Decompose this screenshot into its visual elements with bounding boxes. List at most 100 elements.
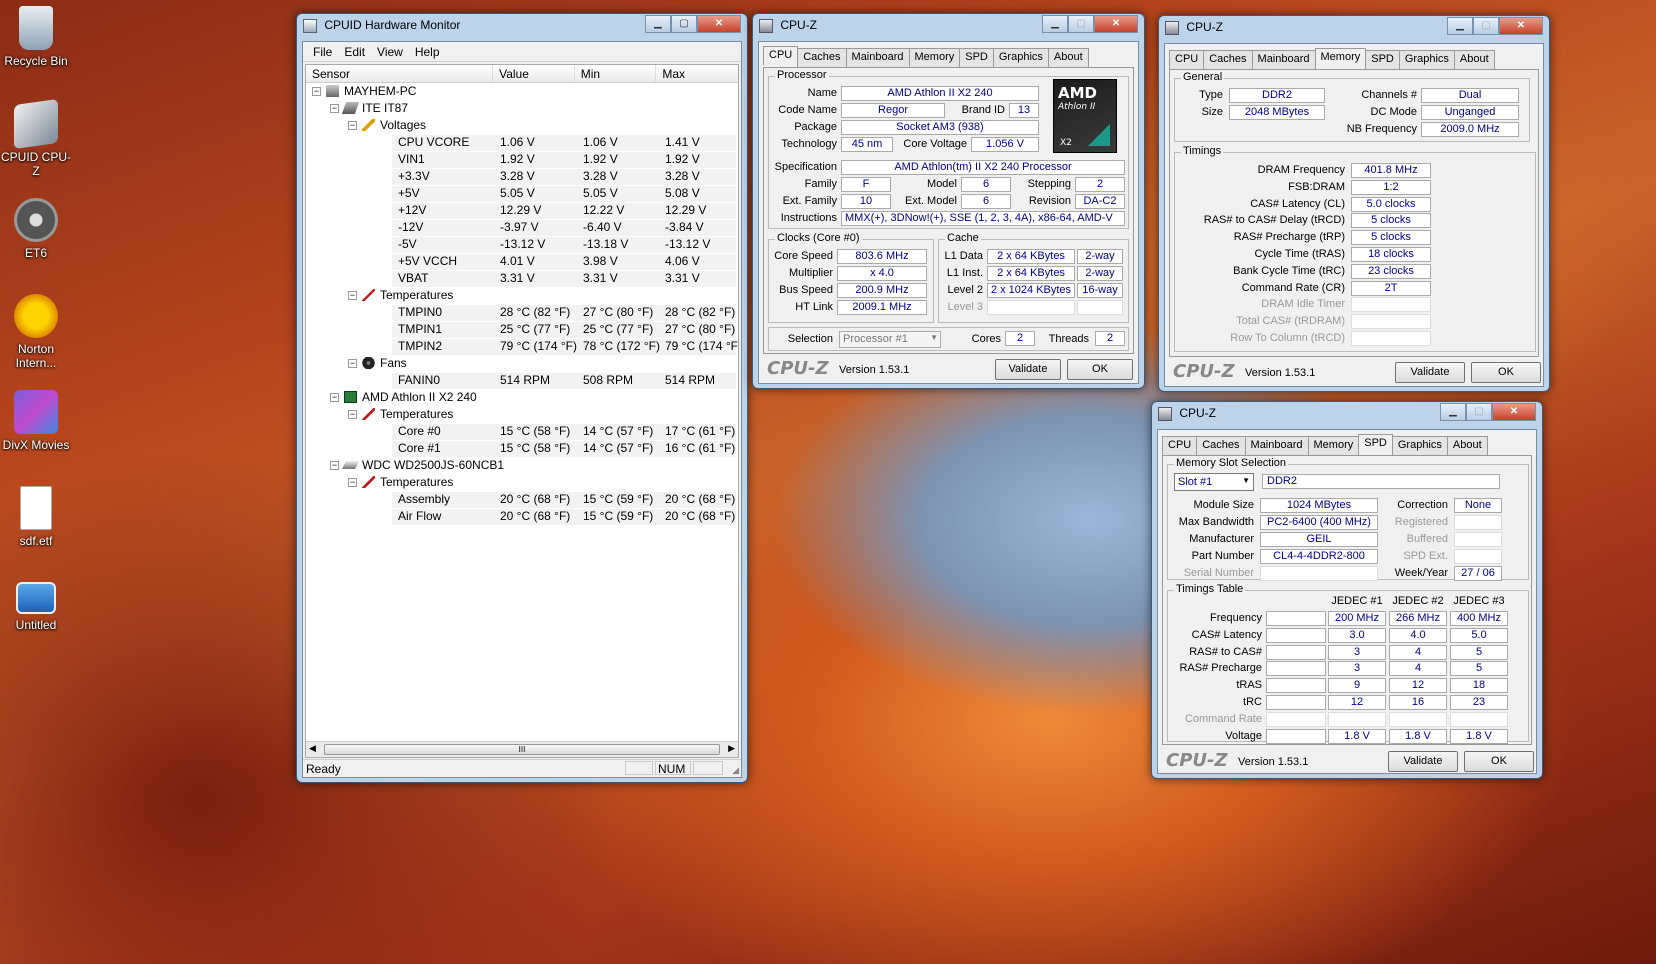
menu-item-help[interactable]: Help <box>409 42 446 61</box>
tree-node[interactable]: − Voltages <box>306 117 738 134</box>
validate-button[interactable]: Validate <box>1395 362 1465 383</box>
column-header-max[interactable]: Max <box>656 65 738 82</box>
minimize-button[interactable]: ▁ <box>1440 403 1466 421</box>
sensor-min: 14 °C (57 °F) <box>583 441 654 455</box>
desktop-icon[interactable]: Recycle Bin <box>0 6 72 68</box>
tab-graphics[interactable]: Graphics <box>992 48 1049 67</box>
max-bandwidth-label: Max Bandwidth <box>1178 516 1254 528</box>
minimize-button[interactable]: ▁ <box>1042 15 1068 33</box>
tab-spd[interactable]: SPD <box>1358 434 1393 453</box>
tab-cpu[interactable]: CPU <box>1169 50 1205 69</box>
tab-spd[interactable]: SPD <box>959 48 994 67</box>
tree-node[interactable]: − ITE IT87 <box>306 100 738 117</box>
close-button[interactable]: ✕ <box>1499 17 1543 35</box>
cpuz-spd-titlebar[interactable]: CPU-Z ▁ ▢ ✕ <box>1152 402 1542 426</box>
sensor-row[interactable]: VIN1 1.92 V 1.92 V 1.92 V <box>306 151 738 168</box>
tab-mainboard[interactable]: Mainboard <box>1251 50 1316 69</box>
ok-button[interactable]: OK <box>1464 751 1534 772</box>
desktop-icon[interactable]: CPUID CPU-Z <box>0 98 72 178</box>
maximize-button[interactable]: ▢ <box>671 15 697 33</box>
sensor-row[interactable]: +5V VCCH 4.01 V 3.98 V 4.06 V <box>306 253 738 270</box>
sensor-row[interactable]: +5V 5.05 V 5.05 V 5.08 V <box>306 185 738 202</box>
desktop-icon[interactable]: DivX Movies <box>0 390 72 452</box>
close-button[interactable]: ✕ <box>1492 403 1536 421</box>
tree-node[interactable]: − Temperatures <box>306 474 738 491</box>
sensor-row[interactable]: TMPIN1 25 °C (77 °F) 25 °C (77 °F) 27 °C (8… <box>306 321 738 338</box>
sensor-row[interactable]: TMPIN0 28 °C (82 °F) 27 °C (80 °F) 28 °C (8… <box>306 304 738 321</box>
tree-node[interactable]: − MAYHEM-PC <box>306 83 738 100</box>
tab-memory[interactable]: Memory <box>1307 436 1360 455</box>
menu-item-edit[interactable]: Edit <box>338 42 371 61</box>
sensor-tree-table[interactable]: Sensor Value Min Max − MAYHEM-PC − ITE IT87… <box>305 64 739 758</box>
sensor-row[interactable]: CPU VCORE 1.06 V 1.06 V 1.41 V <box>306 134 738 151</box>
sensor-row[interactable]: +3.3V 3.28 V 3.28 V 3.28 V <box>306 168 738 185</box>
close-button[interactable]: ✕ <box>1094 15 1138 33</box>
column-header-value[interactable]: Value <box>493 65 575 82</box>
tab-about[interactable]: About <box>1446 436 1488 455</box>
sensor-row[interactable]: +12V 12.29 V 12.22 V 12.29 V <box>306 202 738 219</box>
tab-memory[interactable]: Memory <box>908 48 961 67</box>
horizontal-scrollbar[interactable]: ◀ III ▶ <box>306 741 738 757</box>
close-button[interactable]: ✕ <box>697 15 741 33</box>
scroll-right-icon[interactable]: ▶ <box>728 743 735 754</box>
desktop-icon[interactable]: Untitled <box>0 582 72 632</box>
column-header-min[interactable]: Min <box>575 65 657 82</box>
validate-button[interactable]: Validate <box>995 359 1061 380</box>
slot-select[interactable]: Slot #1 ▼ <box>1174 473 1254 491</box>
menu-item-view[interactable]: View <box>371 42 409 61</box>
sensor-row[interactable]: TMPIN2 79 °C (174 °F) 78 °C (172 °F) 79 °C … <box>306 338 738 355</box>
tab-mainboard[interactable]: Mainboard <box>845 48 910 67</box>
tab-graphics[interactable]: Graphics <box>1398 50 1455 69</box>
processor-select[interactable]: Processor #1 ▼ <box>839 331 941 348</box>
column-header-sensor[interactable]: Sensor <box>306 65 494 82</box>
collapse-toggle-icon[interactable]: − <box>348 410 357 419</box>
tab-caches[interactable]: Caches <box>1196 436 1246 455</box>
tree-node[interactable]: − Temperatures <box>306 287 738 304</box>
tab-cpu[interactable]: CPU <box>763 46 799 65</box>
minimize-button[interactable]: ▁ <box>645 15 671 33</box>
tree-node[interactable]: − AMD Athlon II X2 240 <box>306 389 738 406</box>
minimize-button[interactable]: ▁ <box>1447 17 1473 35</box>
collapse-toggle-icon[interactable]: − <box>330 461 339 470</box>
scrollbar-thumb[interactable]: III <box>324 744 720 755</box>
sensor-row[interactable]: Air Flow 20 °C (68 °F) 15 °C (59 °F) 20 °C … <box>306 508 738 525</box>
tree-node[interactable]: − Temperatures <box>306 406 738 423</box>
sensor-row[interactable]: Core #0 15 °C (58 °F) 14 °C (57 °F) 17 °C (… <box>306 423 738 440</box>
sensor-row[interactable]: VBAT 3.31 V 3.31 V 3.31 V <box>306 270 738 287</box>
menu-item-file[interactable]: File <box>307 42 338 61</box>
cpuz-cpu-titlebar[interactable]: CPU-Z ▁ ▢ ✕ <box>753 14 1144 38</box>
tree-node[interactable]: − Fans <box>306 355 738 372</box>
collapse-toggle-icon[interactable]: − <box>348 478 357 487</box>
tab-mainboard[interactable]: Mainboard <box>1244 436 1309 455</box>
tab-caches[interactable]: Caches <box>1203 50 1253 69</box>
tab-memory[interactable]: Memory <box>1314 48 1367 67</box>
ok-button[interactable]: OK <box>1067 359 1133 380</box>
cpuz-memory-titlebar[interactable]: CPU-Z ▁ ▢ ✕ <box>1159 16 1549 40</box>
tab-caches[interactable]: Caches <box>797 48 847 67</box>
hwmonitor-titlebar[interactable]: CPUID Hardware Monitor ▁ ▢ ✕ <box>297 14 747 38</box>
tree-node[interactable]: − WDC WD2500JS-60NCB1 <box>306 457 738 474</box>
collapse-toggle-icon[interactable]: − <box>312 87 321 96</box>
desktop-icon[interactable]: sdf.etf <box>0 486 72 548</box>
validate-button[interactable]: Validate <box>1388 751 1458 772</box>
collapse-toggle-icon[interactable]: − <box>348 121 357 130</box>
collapse-toggle-icon[interactable]: − <box>348 291 357 300</box>
sensor-row[interactable]: -5V -13.12 V -13.18 V -13.12 V <box>306 236 738 253</box>
tab-about[interactable]: About <box>1047 48 1089 67</box>
tab-graphics[interactable]: Graphics <box>1391 436 1448 455</box>
sensor-row[interactable]: -12V -3.97 V -6.40 V -3.84 V <box>306 219 738 236</box>
collapse-toggle-icon[interactable]: − <box>330 104 339 113</box>
collapse-toggle-icon[interactable]: − <box>330 393 339 402</box>
desktop-icon[interactable]: ET6 <box>0 198 72 260</box>
tab-cpu[interactable]: CPU <box>1162 436 1198 455</box>
desktop-icon[interactable]: Norton Intern... <box>0 294 72 370</box>
sensor-row[interactable]: Assembly 20 °C (68 °F) 15 °C (59 °F) 20 °C … <box>306 491 738 508</box>
ok-button[interactable]: OK <box>1471 362 1541 383</box>
sensor-row[interactable]: FANIN0 514 RPM 508 RPM 514 RPM <box>306 372 738 389</box>
tab-about[interactable]: About <box>1453 50 1495 69</box>
collapse-toggle-icon[interactable]: − <box>348 359 357 368</box>
tab-spd[interactable]: SPD <box>1365 50 1400 69</box>
resize-grip-icon[interactable]: ◢ <box>732 765 739 776</box>
scroll-left-icon[interactable]: ◀ <box>309 743 316 754</box>
sensor-row[interactable]: Core #1 15 °C (58 °F) 14 °C (57 °F) 16 °C (… <box>306 440 738 457</box>
